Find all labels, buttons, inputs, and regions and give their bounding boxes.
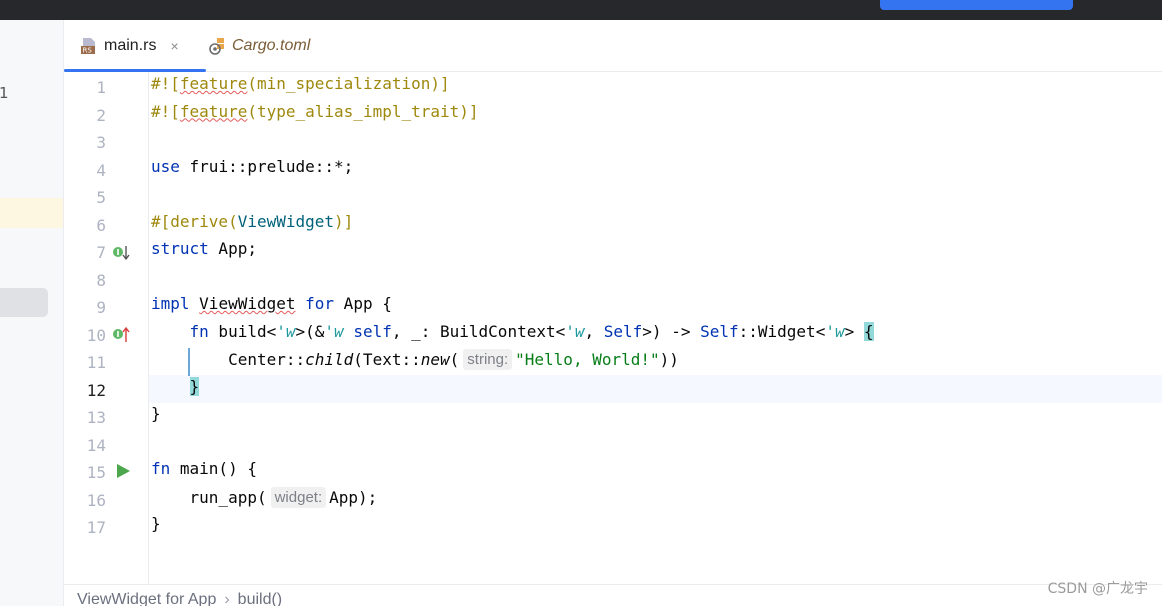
- code-editor[interactable]: #![feature(min_specialization)] #![featu…: [151, 72, 1162, 584]
- code-line-4: use frui::prelude::*;: [151, 156, 354, 176]
- svg-text:RS: RS: [83, 47, 93, 55]
- inlay-hint-widget: widget:: [270, 486, 327, 508]
- code-line-9: impl ViewWidget for App {: [151, 294, 392, 313]
- code-line-17: }: [151, 514, 161, 533]
- line-number: 1: [96, 78, 106, 97]
- tab-label: Cargo.toml: [232, 37, 311, 54]
- line-number: 9: [96, 298, 106, 317]
- implemented-down-icon[interactable]: [112, 244, 132, 266]
- watermark: CSDN @广龙宇: [1047, 581, 1148, 597]
- code-line-13: }: [151, 404, 161, 423]
- line-number: 16: [86, 490, 106, 510]
- line-number-current: 12: [86, 380, 106, 400]
- indent-guide: [188, 348, 190, 376]
- strip-highlight-row: [0, 198, 63, 228]
- breadcrumb: ViewWidget for App › build(): [64, 584, 1162, 606]
- breadcrumb-item-build[interactable]: build(): [238, 591, 282, 606]
- line-number: 6: [96, 215, 106, 235]
- line-number: 8: [96, 270, 106, 290]
- project-tool-strip: 1: [0, 20, 64, 606]
- tab-label: main.rs: [104, 37, 157, 54]
- cargo-settings-icon: [208, 37, 226, 55]
- run-icon[interactable]: [115, 463, 131, 483]
- title-bar: [0, 0, 1162, 20]
- tab-main-rs[interactable]: RS main.rs ×: [64, 20, 206, 72]
- line-number: 15: [86, 463, 106, 482]
- line-number: 7: [96, 243, 106, 262]
- line-number: 14: [86, 435, 106, 455]
- code-line-6: #[derive(ViewWidget)]: [151, 211, 354, 231]
- implementing-up-icon[interactable]: [112, 326, 132, 348]
- line-number: 2: [96, 105, 106, 125]
- code-line-1: #![feature(min_specialization)]: [151, 74, 450, 93]
- editor-gutter: 1 2 3 4 5 6 7 8 9 10 11 12 13 14 15 16 1…: [64, 72, 149, 584]
- code-line-12: }: [189, 376, 200, 396]
- tab-cargo-toml[interactable]: Cargo.toml: [206, 20, 310, 72]
- breadcrumb-separator: ›: [224, 591, 230, 606]
- line-number: 5: [96, 188, 106, 207]
- line-number: 3: [96, 133, 106, 152]
- line-number: 10: [86, 325, 106, 345]
- editor-tab-bar: RS main.rs × Cargo.toml: [64, 20, 1162, 72]
- strip-number: 1: [0, 84, 9, 102]
- line-number: 4: [96, 160, 106, 180]
- rust-file-icon: RS: [80, 37, 98, 55]
- code-line-7: struct App;: [151, 239, 257, 258]
- code-line-15: fn main() {: [151, 459, 257, 478]
- run-configuration-button[interactable]: [880, 0, 1073, 10]
- line-number: 11: [86, 353, 106, 372]
- strip-selected-row[interactable]: [0, 288, 48, 317]
- code-line-10: fn build<'w>(&'w self, _: BuildContext<'…: [189, 321, 874, 341]
- code-line-16: run_app(widget: App);: [189, 486, 378, 508]
- breadcrumb-item-impl[interactable]: ViewWidget for App: [77, 591, 216, 606]
- code-line-2: #![feature(type_alias_impl_trait)]: [151, 101, 479, 121]
- line-number: 13: [86, 408, 106, 427]
- inlay-hint-string: string:: [463, 349, 513, 370]
- close-icon[interactable]: ×: [170, 38, 178, 54]
- code-line-11: Center::child(Text::new(string: "Hello, W…: [228, 349, 679, 370]
- line-number: 17: [86, 518, 106, 537]
